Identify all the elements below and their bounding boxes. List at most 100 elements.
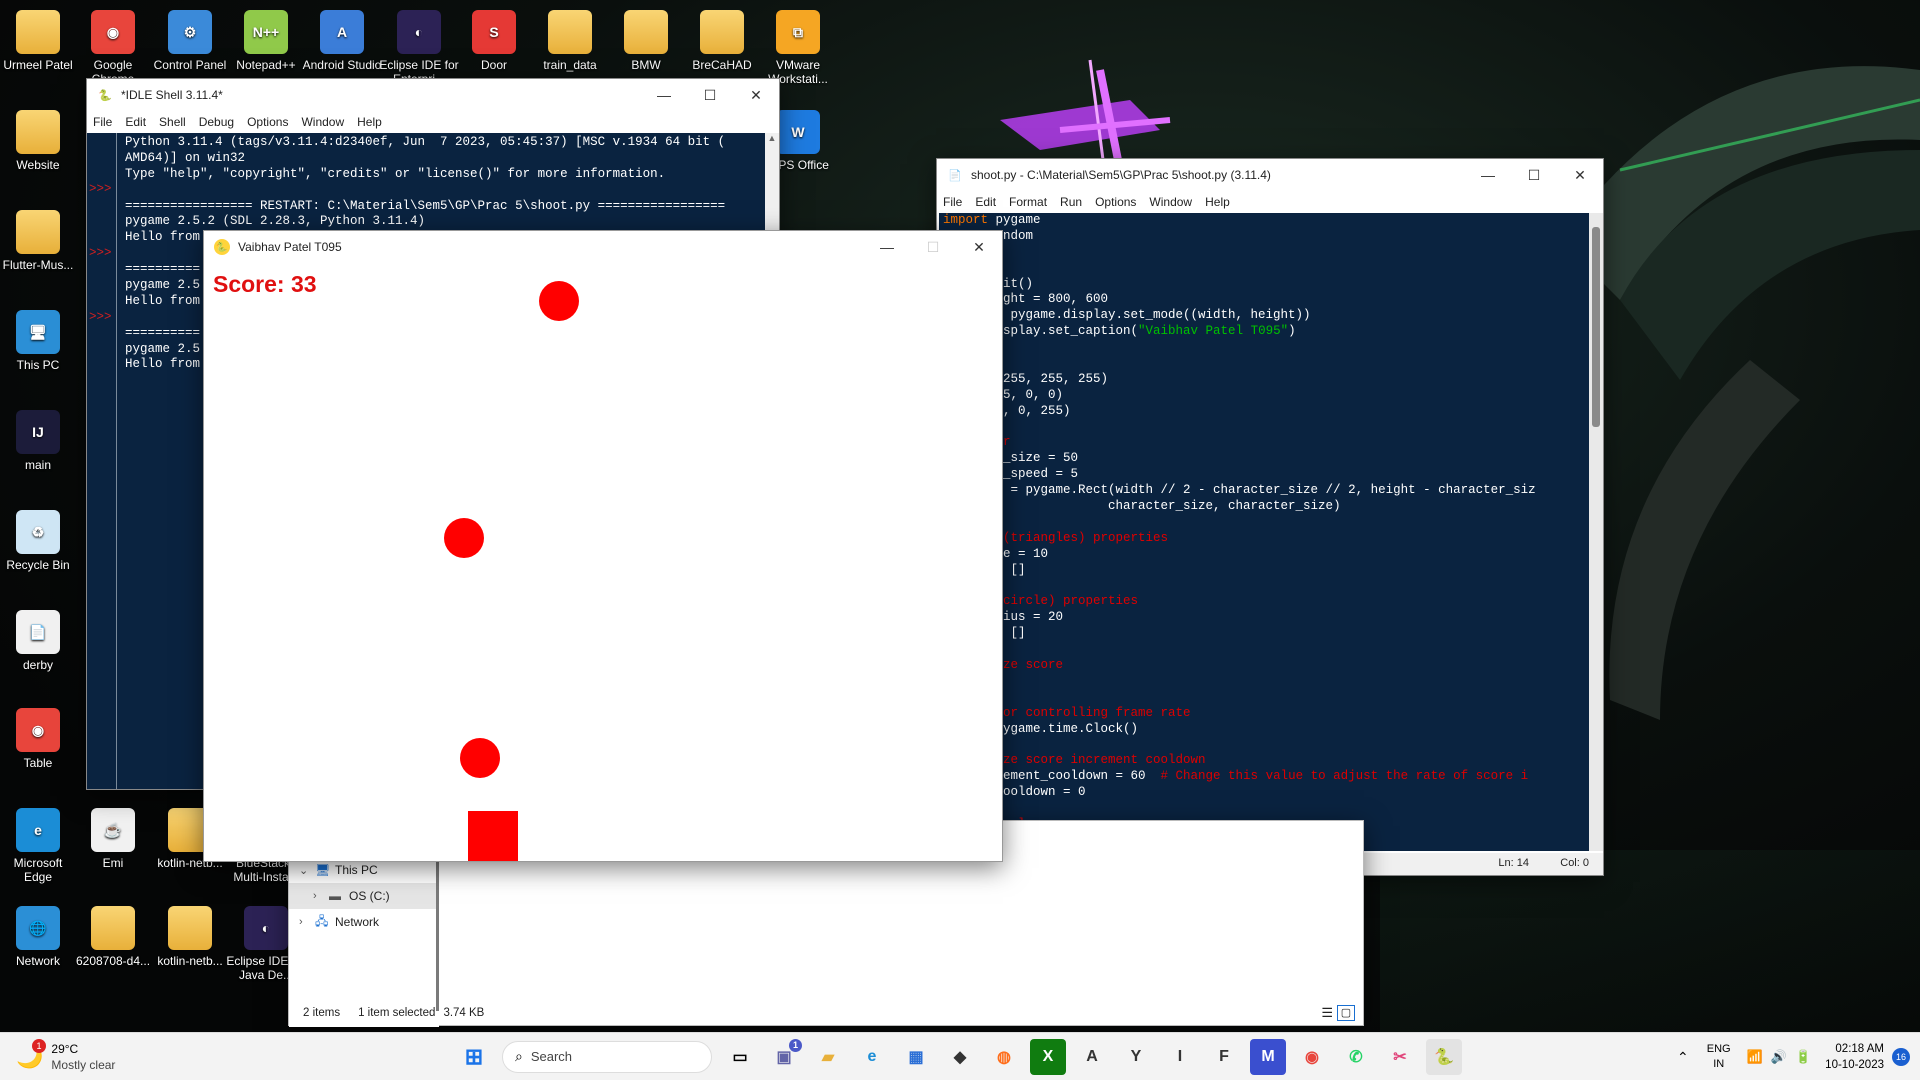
- desktop-icon[interactable]: kotlin-netb...: [150, 906, 230, 968]
- enemy-circle: [539, 281, 579, 321]
- desktop-icon[interactable]: BMW: [606, 10, 686, 72]
- menu-item[interactable]: Window: [301, 115, 344, 129]
- task-view-icon[interactable]: ▭: [722, 1039, 758, 1075]
- battery-icon[interactable]: 🔋: [1795, 1049, 1811, 1065]
- editor-titlebar[interactable]: 📄 shoot.py - C:\Material\Sem5\GP\Prac 5\…: [937, 159, 1603, 191]
- idle-titlebar[interactable]: 🐍 *IDLE Shell 3.11.4* — ☐ ✕: [87, 79, 779, 111]
- desktop-icon-glyph: 🖥: [16, 310, 60, 354]
- desktop-icon[interactable]: 6208708-d4...: [73, 906, 153, 968]
- chevron-icon[interactable]: ›: [313, 890, 329, 902]
- menu-item[interactable]: Run: [1060, 195, 1082, 209]
- close-button[interactable]: ✕: [956, 231, 1002, 263]
- teams-icon[interactable]: ▣ 1: [766, 1038, 802, 1075]
- scroll-up-icon[interactable]: ▲: [765, 133, 779, 143]
- desktop-icon[interactable]: ◉ Table: [0, 708, 78, 770]
- desktop-icon[interactable]: A Android Studio: [302, 10, 382, 72]
- menu-item[interactable]: File: [93, 115, 112, 129]
- desktop-icon[interactable]: ♻ Recycle Bin: [0, 510, 78, 572]
- menu-item[interactable]: Edit: [125, 115, 146, 129]
- store-icon[interactable]: ▦: [898, 1039, 934, 1075]
- desktop-icon[interactable]: Flutter-Mus...: [0, 210, 78, 272]
- desktop-icon[interactable]: ⧉ VMware Workstati...: [758, 10, 838, 86]
- minimize-button[interactable]: —: [641, 79, 687, 111]
- chevron-icon[interactable]: ⌄: [299, 864, 315, 877]
- details-view-icon[interactable]: ☰: [1321, 1005, 1333, 1021]
- code-token: import: [943, 213, 989, 227]
- python-taskbar-icon[interactable]: 🐍: [1426, 1038, 1462, 1075]
- minimize-button[interactable]: —: [864, 231, 910, 263]
- app-i-icon[interactable]: I: [1162, 1039, 1198, 1075]
- desktop-icon[interactable]: ☕ Emi: [73, 808, 153, 870]
- tray-chevron-icon[interactable]: ⌃: [1677, 1049, 1689, 1066]
- close-button[interactable]: ✕: [1557, 159, 1603, 191]
- desktop-icon[interactable]: ◉Google Chrome: [73, 10, 153, 86]
- notification-badge[interactable]: 16: [1892, 1048, 1910, 1066]
- weather-widget[interactable]: 🌙 1 29°C Mostly clear: [16, 1038, 156, 1073]
- menu-item[interactable]: Options: [1095, 195, 1136, 209]
- nav-item[interactable]: › ▬ OS (C:): [289, 883, 439, 909]
- menu-item[interactable]: Shell: [159, 115, 186, 129]
- menu-item[interactable]: File: [943, 195, 962, 209]
- code-token: "Vaibhav Patel T095": [1138, 324, 1289, 339]
- desktop-icon[interactable]: ⚙ Control Panel: [150, 10, 230, 72]
- taskbar-search[interactable]: ⌕ Search: [502, 1040, 712, 1073]
- desktop-icon[interactable]: e Microsoft Edge: [0, 808, 78, 884]
- maximize-button[interactable]: ☐: [1511, 159, 1557, 191]
- chevron-icon[interactable]: ›: [299, 916, 315, 928]
- desktop-icon[interactable]: N++ Notepad++: [226, 10, 306, 72]
- xbox-icon[interactable]: X: [1030, 1038, 1066, 1075]
- chrome-icon[interactable]: ◉: [1294, 1039, 1330, 1075]
- language-indicator[interactable]: ENG IN: [1707, 1042, 1731, 1072]
- editor-scrollbar[interactable]: [1589, 213, 1603, 851]
- menu-item[interactable]: Help: [1205, 195, 1230, 209]
- clock[interactable]: 02:18 AM 10-10-2023: [1825, 1041, 1884, 1073]
- menu-item[interactable]: Window: [1149, 195, 1192, 209]
- desktop-icon[interactable]: 🖥 This PC: [0, 310, 78, 372]
- close-button[interactable]: ✕: [733, 79, 779, 111]
- tiles-view-icon[interactable]: ▢: [1337, 1005, 1355, 1021]
- edge-icon[interactable]: e: [854, 1039, 890, 1075]
- desktop-icon[interactable]: S Door: [454, 10, 534, 72]
- app-f-icon[interactable]: F: [1206, 1039, 1242, 1075]
- unity-icon[interactable]: ◆: [942, 1039, 978, 1075]
- desktop-icon[interactable]: train_data: [530, 10, 610, 72]
- app-a-icon[interactable]: A: [1074, 1039, 1110, 1075]
- menu-item[interactable]: Format: [1009, 195, 1047, 209]
- menu-item[interactable]: Help: [357, 115, 382, 129]
- scroll-thumb[interactable]: [1592, 227, 1600, 427]
- app-y-icon[interactable]: Y: [1118, 1039, 1154, 1075]
- code-token: # Change this value to adjust the rate o…: [1160, 769, 1529, 784]
- desktop-icon[interactable]: 🌐 Network: [0, 906, 78, 968]
- maximize-button[interactable]: ☐: [687, 79, 733, 111]
- editor-code-area[interactable]: import pygame random init() eight = 800,…: [939, 213, 1603, 851]
- start-button[interactable]: ⊞: [456, 1039, 492, 1075]
- desktop-icon[interactable]: IJ main: [0, 410, 78, 472]
- desktop-icon[interactable]: BreCaHAD: [682, 10, 762, 72]
- menu-item[interactable]: Edit: [975, 195, 996, 209]
- nav-item[interactable]: › 🖧 Network: [289, 909, 439, 935]
- nav-scrollbar[interactable]: [436, 861, 439, 1011]
- menu-item[interactable]: Debug: [199, 115, 234, 129]
- minimize-button[interactable]: —: [1465, 159, 1511, 191]
- desktop-icon[interactable]: Urmeel Patel: [0, 10, 78, 72]
- snipping-tool-icon[interactable]: ✂: [1382, 1039, 1418, 1075]
- file-explorer-icon[interactable]: ▰: [810, 1039, 846, 1075]
- volume-icon[interactable]: 🔊: [1771, 1049, 1787, 1065]
- code-line: er_speed = 5: [943, 467, 1536, 483]
- vs-icon[interactable]: M: [1250, 1038, 1286, 1075]
- desktop-icon[interactable]: 📄 derby: [0, 610, 78, 672]
- enemy-circle: [444, 518, 484, 558]
- firefox-icon[interactable]: ◍: [986, 1039, 1022, 1075]
- game-canvas[interactable]: Score: 33: [204, 263, 1002, 861]
- maximize-button[interactable]: ☐: [910, 231, 956, 263]
- system-tray: ⌃ ENG IN 📶 🔊 🔋 02:18 AM 10-10-2023 16: [1677, 1033, 1920, 1080]
- desktop-icon[interactable]: Website: [0, 110, 78, 172]
- menu-item[interactable]: Options: [247, 115, 288, 129]
- game-title: Vaibhav Patel T095: [238, 240, 342, 254]
- desktop-icon[interactable]: ◐Eclipse IDE for Enterpri...: [379, 10, 459, 86]
- wifi-icon[interactable]: 📶: [1747, 1049, 1763, 1065]
- game-titlebar[interactable]: 🐍 Vaibhav Patel T095 — ☐ ✕: [204, 231, 1002, 263]
- whatsapp-icon[interactable]: ✆: [1338, 1039, 1374, 1075]
